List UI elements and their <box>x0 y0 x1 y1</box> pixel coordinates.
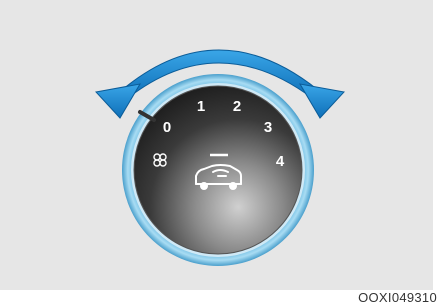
figure: 0 1 2 3 4 OOXI049310 <box>0 0 437 305</box>
position-label-2: 2 <box>233 98 241 115</box>
position-label-1: 1 <box>197 98 205 115</box>
arrow-head-left-icon <box>95 83 141 119</box>
position-label-4: 4 <box>276 153 285 170</box>
figure-code: OOXI049310 <box>358 290 437 305</box>
dial-illustration: 0 1 2 3 4 <box>95 49 345 266</box>
position-label-0: 0 <box>163 119 171 136</box>
position-label-3: 3 <box>264 119 272 136</box>
arrow-head-right-icon <box>299 83 345 119</box>
